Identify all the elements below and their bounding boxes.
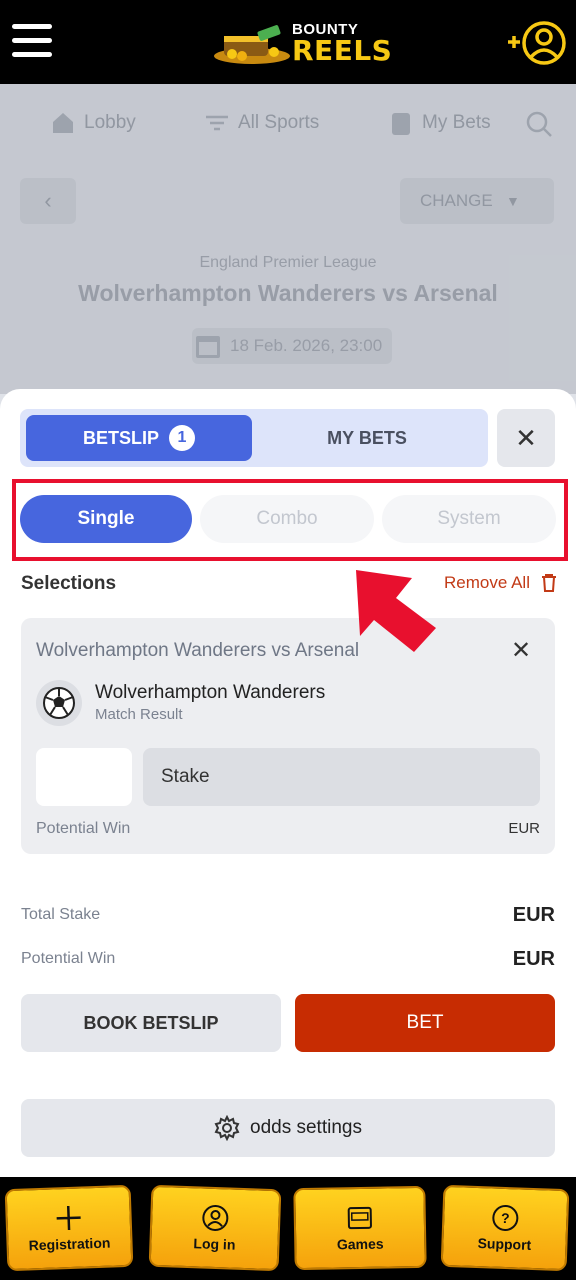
potential-win-value: EUR [512, 948, 555, 970]
stake-input[interactable]: Stake [143, 748, 540, 806]
card-potential-win-currency: EUR [508, 820, 540, 837]
highlight-box [12, 479, 568, 561]
login-label: Log in [193, 1235, 236, 1253]
selection-team: Wolverhampton Wanderers [95, 682, 326, 703]
support-label: Support [477, 1235, 532, 1253]
remove-all-label: Remove All [444, 573, 530, 592]
user-icon [202, 1205, 229, 1232]
close-icon[interactable]: ✕ [497, 409, 555, 467]
potential-win-row: Potential Win EUR [21, 948, 555, 970]
total-stake-label: Total Stake [21, 906, 101, 923]
bet-button[interactable]: BET [295, 994, 555, 1052]
tab-my-bets[interactable]: MY BETS [252, 415, 482, 461]
gear-icon [214, 1115, 240, 1141]
menu-icon[interactable] [12, 24, 52, 58]
login-button[interactable]: Log in [148, 1184, 282, 1272]
card-potential-win-label: Potential Win [36, 820, 131, 837]
tab-betslip[interactable]: BETSLIP 1 [26, 415, 252, 461]
betslip-tabs: BETSLIP 1 MY BETS [20, 409, 488, 467]
odds-box [36, 748, 132, 806]
odds-settings-label: odds settings [250, 1117, 362, 1138]
selection-card: Wolverhampton Wanderers vs Arsenal ✕ Wol… [21, 618, 555, 854]
svg-text:?: ? [501, 1210, 510, 1226]
selection-match: Wolverhampton Wanderers vs Arsenal [36, 640, 360, 661]
registration-label: Registration [28, 1234, 111, 1254]
selections-label: Selections [21, 573, 117, 594]
total-stake-value: EUR [512, 904, 555, 926]
registration-button[interactable]: Registration [4, 1184, 134, 1272]
selection-market: Match Result [95, 706, 183, 723]
red-arrow-icon [356, 570, 436, 652]
slot-machine-icon [347, 1206, 372, 1230]
logo[interactable]: BOUNTY REELS [212, 18, 392, 67]
games-button[interactable]: Games [293, 1185, 427, 1271]
plus-icon [56, 1205, 81, 1231]
top-header: BOUNTY REELS [0, 0, 576, 84]
games-label: Games [336, 1235, 384, 1253]
support-button[interactable]: ? Support [440, 1184, 570, 1272]
remove-all-button[interactable]: Remove All [444, 573, 558, 593]
bottom-nav: Registration Log in Games ? Support [0, 1177, 576, 1280]
book-betslip-button[interactable]: BOOK BETSLIP [21, 994, 281, 1052]
help-icon: ? [492, 1205, 519, 1232]
tab-betslip-label: BETSLIP [82, 427, 159, 448]
soccer-ball-icon [36, 680, 82, 726]
odds-settings-button[interactable]: odds settings [21, 1099, 555, 1157]
dim-overlay [0, 84, 576, 394]
total-stake-row: Total Stake EUR [21, 904, 555, 926]
betslip-count-badge: 1 [169, 425, 195, 451]
remove-selection-icon[interactable]: ✕ [511, 636, 531, 665]
potential-win-label: Potential Win [21, 950, 116, 967]
treasure-chest-icon [214, 25, 290, 64]
user-add-icon[interactable] [506, 20, 568, 66]
logo-word-reels: REELS [292, 34, 393, 67]
trash-icon [541, 574, 556, 592]
